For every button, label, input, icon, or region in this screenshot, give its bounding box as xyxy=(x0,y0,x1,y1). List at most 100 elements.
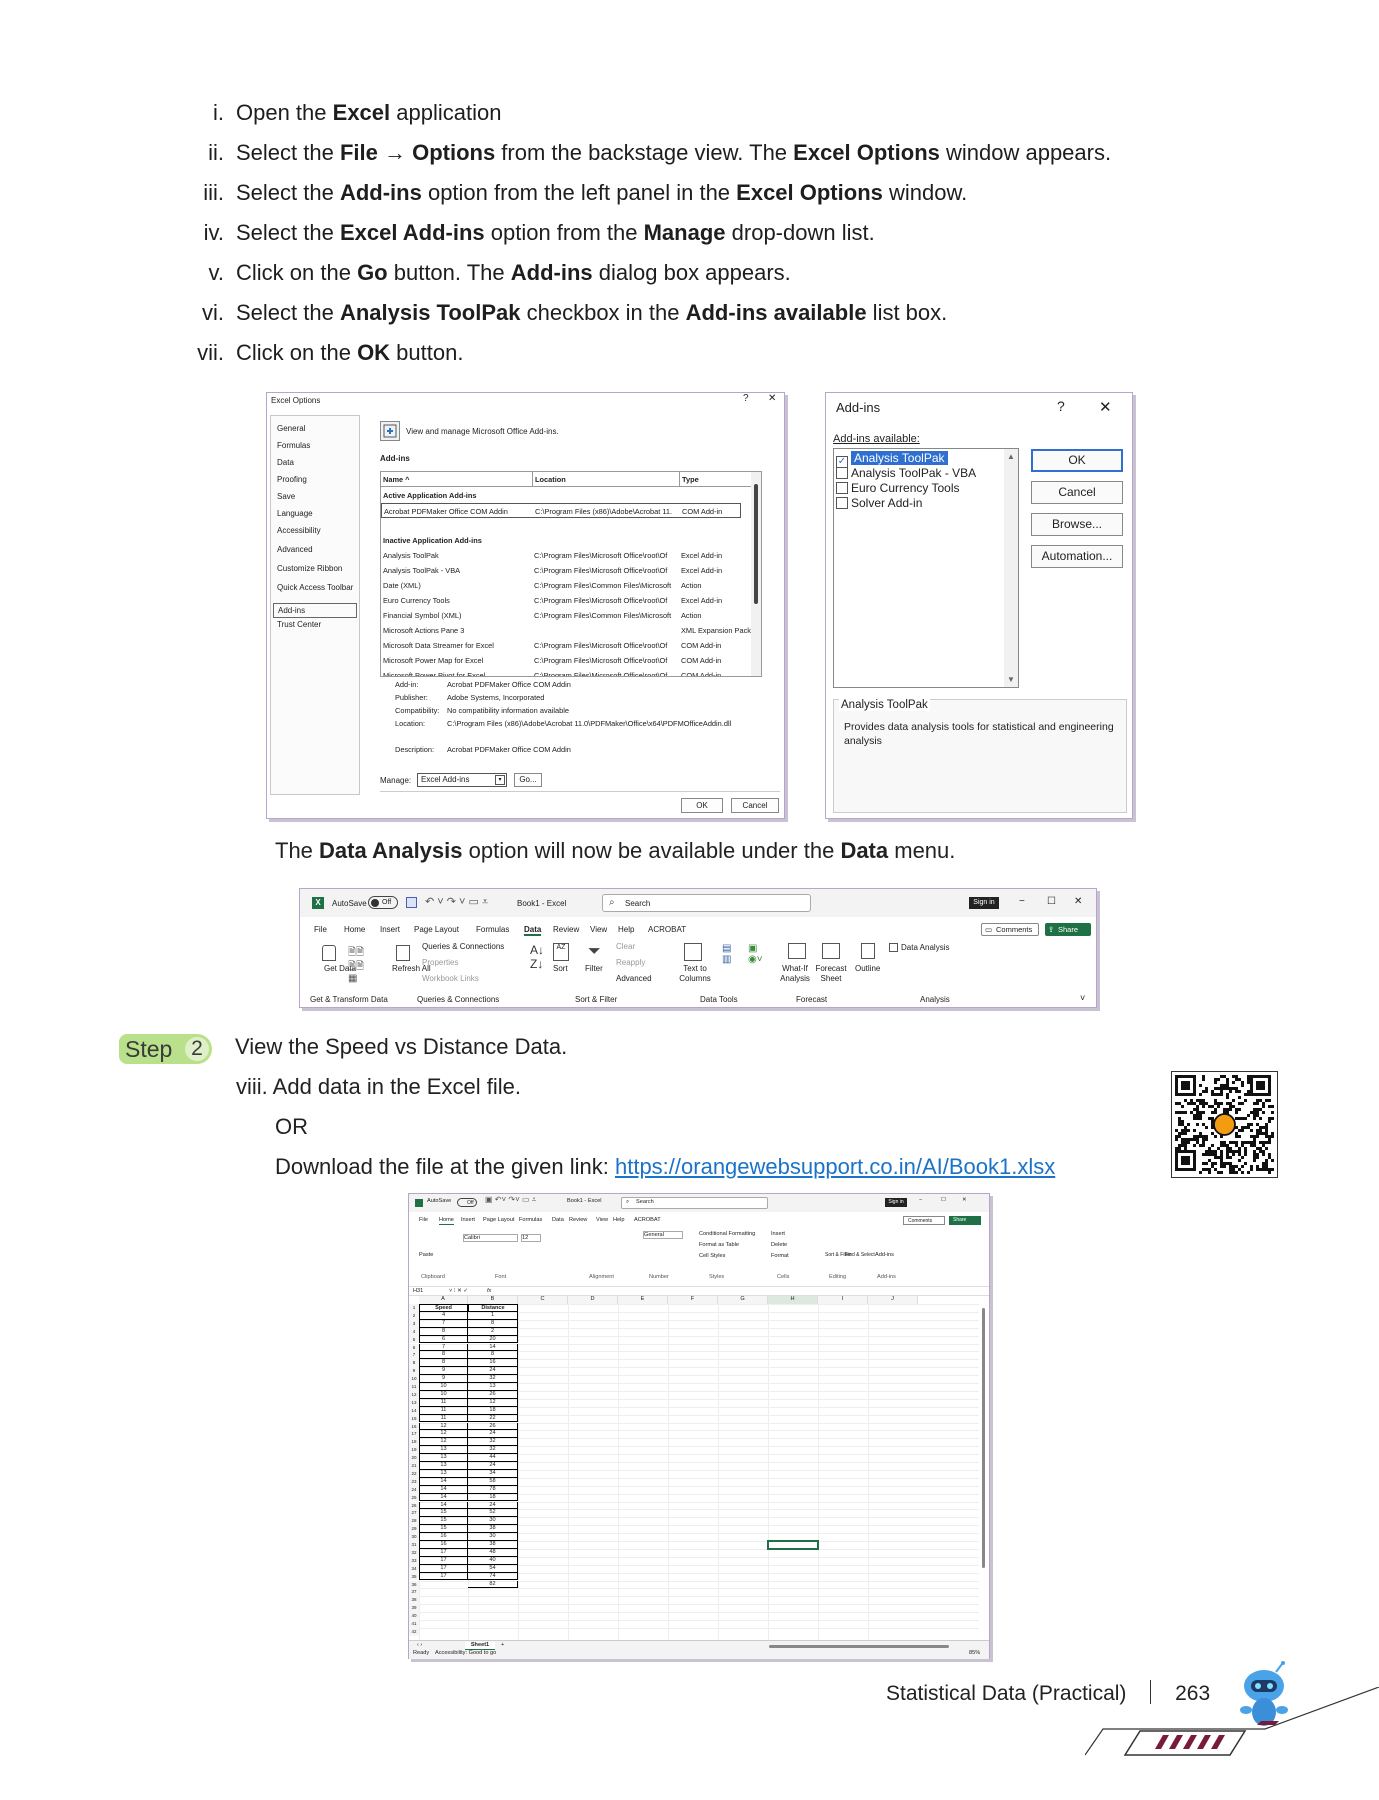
distance-cell[interactable]: 12 xyxy=(468,1398,518,1407)
share-button[interactable]: Share xyxy=(949,1216,981,1225)
qr-code[interactable] xyxy=(1171,1071,1278,1178)
speed-cell[interactable]: 9 xyxy=(419,1375,468,1383)
checkbox-icon[interactable] xyxy=(836,482,848,494)
styles-item[interactable]: Format as Table xyxy=(699,1242,739,1250)
close-icon[interactable]: ✕ xyxy=(962,1197,967,1205)
nav-item[interactable]: General xyxy=(277,424,305,433)
grid[interactable]: A B C D E F G H I J 1 2 3 4 5 6 7 8 9 10 11 12 13 14 15 16 17 18 19 2… xyxy=(409,1296,989,1640)
nav-item[interactable]: Language xyxy=(277,509,313,518)
row-number[interactable]: 17 xyxy=(409,1430,419,1439)
scroll-up-icon[interactable]: ▲ xyxy=(1007,452,1015,461)
nav-item[interactable]: Data xyxy=(277,458,294,467)
paste-button[interactable]: Paste xyxy=(419,1252,433,1260)
close-icon[interactable]: ✕ xyxy=(1099,398,1112,416)
column-header[interactable]: Type xyxy=(679,472,699,487)
distance-cell[interactable]: 26 xyxy=(468,1390,518,1399)
speed-cell[interactable]: 13 xyxy=(419,1454,468,1462)
row-number[interactable]: 23 xyxy=(409,1477,419,1486)
undo-icon[interactable]: ↶ ˅ ↷ ˅ ▭ ⩡ xyxy=(425,895,488,909)
selected-cell[interactable] xyxy=(767,1540,819,1550)
distance-cell[interactable]: 74 xyxy=(468,1572,518,1581)
quick-access-icons[interactable]: ▣ ↶˅ ↷˅ ▭ ⩡ xyxy=(485,1196,536,1204)
tab-formulas[interactable]: Formulas xyxy=(476,925,509,934)
column-header[interactable]: E xyxy=(618,1296,668,1304)
browse-button[interactable]: Browse... xyxy=(1031,513,1123,536)
row-number[interactable]: 19 xyxy=(409,1446,419,1455)
distance-cell[interactable]: 24 xyxy=(468,1367,518,1376)
tab-insert[interactable]: Insert xyxy=(461,1217,475,1225)
speed-cell[interactable]: 15 xyxy=(419,1509,468,1518)
row-number[interactable]: 6 xyxy=(409,1343,419,1352)
table-row[interactable]: Microsoft Power Pivot for Excel C:\Progra… xyxy=(381,668,761,676)
nav-item[interactable]: Proofing xyxy=(277,475,307,484)
row-number[interactable]: 3 xyxy=(409,1319,419,1328)
data-analysis-button[interactable]: Data Analysis xyxy=(901,943,949,952)
speed-cell[interactable]: 7 xyxy=(419,1343,468,1352)
distance-cell[interactable]: 44 xyxy=(468,1454,518,1462)
font-select[interactable]: Calibri xyxy=(463,1234,518,1242)
filter-button[interactable]: Filter xyxy=(585,964,603,973)
row-number[interactable]: 25 xyxy=(409,1493,419,1502)
nav-item[interactable]: Formulas xyxy=(277,441,310,450)
maximize-icon[interactable]: ☐ xyxy=(941,1197,946,1205)
distance-cell[interactable]: 32 xyxy=(468,1375,518,1383)
speed-cell[interactable]: 11 xyxy=(419,1406,468,1415)
search-box[interactable]: ⌕ Search xyxy=(602,894,811,912)
tab-data[interactable]: Data xyxy=(524,925,542,936)
row-number[interactable]: 1 xyxy=(409,1304,419,1312)
distance-cell[interactable]: 30 xyxy=(468,1533,518,1541)
nav-item[interactable]: Advanced xyxy=(277,545,313,554)
scroll-down-icon[interactable]: ▼ xyxy=(1007,675,1015,684)
row-number[interactable]: 16 xyxy=(409,1422,419,1431)
recent-sources-icon[interactable]: ▦ xyxy=(348,973,357,984)
row-number[interactable]: 5 xyxy=(409,1335,419,1344)
minimize-icon[interactable]: − xyxy=(1019,896,1025,907)
distance-cell[interactable]: 58 xyxy=(468,1477,518,1486)
nav-item[interactable]: Accessibility xyxy=(277,526,321,535)
table-row[interactable]: Inactive Application Add-ins xyxy=(381,533,761,548)
font-size-select[interactable]: 12 xyxy=(521,1234,541,1242)
distance-cell[interactable]: 26 xyxy=(468,1422,518,1431)
column-header[interactable]: G xyxy=(718,1296,768,1304)
row-number[interactable]: 38 xyxy=(409,1596,419,1605)
row-number[interactable]: 10 xyxy=(409,1375,419,1383)
distance-cell[interactable]: 24 xyxy=(468,1462,518,1470)
row-number[interactable]: 36 xyxy=(409,1580,419,1589)
nav-item[interactable]: Trust Center xyxy=(277,620,321,629)
sort-dialog-icon[interactable]: AZ xyxy=(553,943,569,961)
row-number[interactable]: 32 xyxy=(409,1548,419,1557)
cells-item[interactable]: Delete xyxy=(771,1242,787,1250)
scrollbar[interactable] xyxy=(751,472,761,676)
row-number[interactable]: 37 xyxy=(409,1588,419,1597)
speed-cell[interactable]: 17 xyxy=(419,1572,468,1581)
table-row[interactable]: Microsoft Actions Pane 3 XML Expansion Pa… xyxy=(381,623,761,638)
distance-cell[interactable]: 48 xyxy=(468,1548,518,1557)
horizontal-scrollbar[interactable] xyxy=(769,1645,949,1648)
speed-cell[interactable]: 12 xyxy=(419,1422,468,1431)
speed-cell[interactable]: 13 xyxy=(419,1469,468,1478)
flash-fill-icon[interactable]: ▤ ▥ xyxy=(722,943,731,965)
column-header[interactable]: A xyxy=(419,1296,468,1304)
distance-cell[interactable]: 22 xyxy=(468,1414,518,1423)
distance-cell[interactable]: 54 xyxy=(468,1564,518,1573)
column-header[interactable]: Name ^ xyxy=(383,472,410,487)
name-box[interactable]: H31 xyxy=(413,1288,423,1296)
column-header[interactable]: I xyxy=(818,1296,868,1304)
filter-icon[interactable]: ⏷ xyxy=(588,943,601,961)
tab-insert[interactable]: Insert xyxy=(380,925,400,934)
ok-button[interactable]: OK xyxy=(1031,449,1123,472)
workbook-links-button[interactable]: Workbook Links xyxy=(422,974,479,983)
tab-page-layout[interactable]: Page Layout xyxy=(483,1217,514,1225)
speed-cell[interactable]: 15 xyxy=(419,1517,468,1526)
row-number[interactable]: 15 xyxy=(409,1414,419,1423)
scrollbar-thumb[interactable] xyxy=(754,484,758,604)
share-button[interactable]: ⇪ Share xyxy=(1045,923,1091,936)
row-number[interactable]: 33 xyxy=(409,1556,419,1565)
row-number[interactable]: 24 xyxy=(409,1485,419,1494)
row-number[interactable]: 28 xyxy=(409,1517,419,1526)
nav-item[interactable]: Save xyxy=(277,492,295,501)
distance-cell[interactable]: 30 xyxy=(468,1517,518,1526)
distance-cell[interactable]: 8 xyxy=(468,1351,518,1360)
cells-item[interactable]: Format xyxy=(771,1253,789,1261)
row-number[interactable]: 42 xyxy=(409,1627,419,1636)
